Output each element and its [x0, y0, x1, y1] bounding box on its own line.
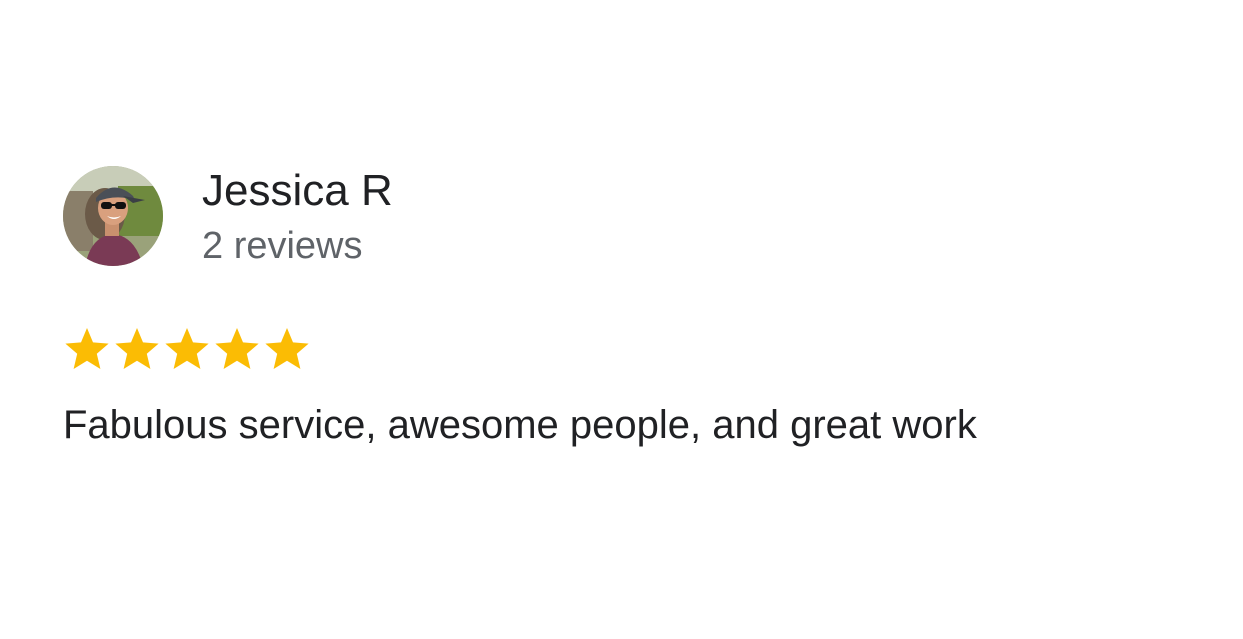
avatar-photo	[63, 166, 163, 266]
reviewer-avatar[interactable]	[63, 166, 163, 266]
review-card: Jessica R 2 reviews Fabulous service, aw…	[0, 0, 1243, 639]
star-icon	[165, 328, 209, 369]
star-icon	[265, 328, 309, 369]
star-rating	[63, 326, 311, 370]
star-icon	[65, 328, 109, 369]
reviewer-name[interactable]: Jessica R	[202, 166, 393, 216]
review-count[interactable]: 2 reviews	[202, 224, 363, 268]
review-text: Fabulous service, awesome people, and gr…	[63, 403, 977, 447]
star-icon	[115, 328, 159, 369]
star-icon	[215, 328, 259, 369]
